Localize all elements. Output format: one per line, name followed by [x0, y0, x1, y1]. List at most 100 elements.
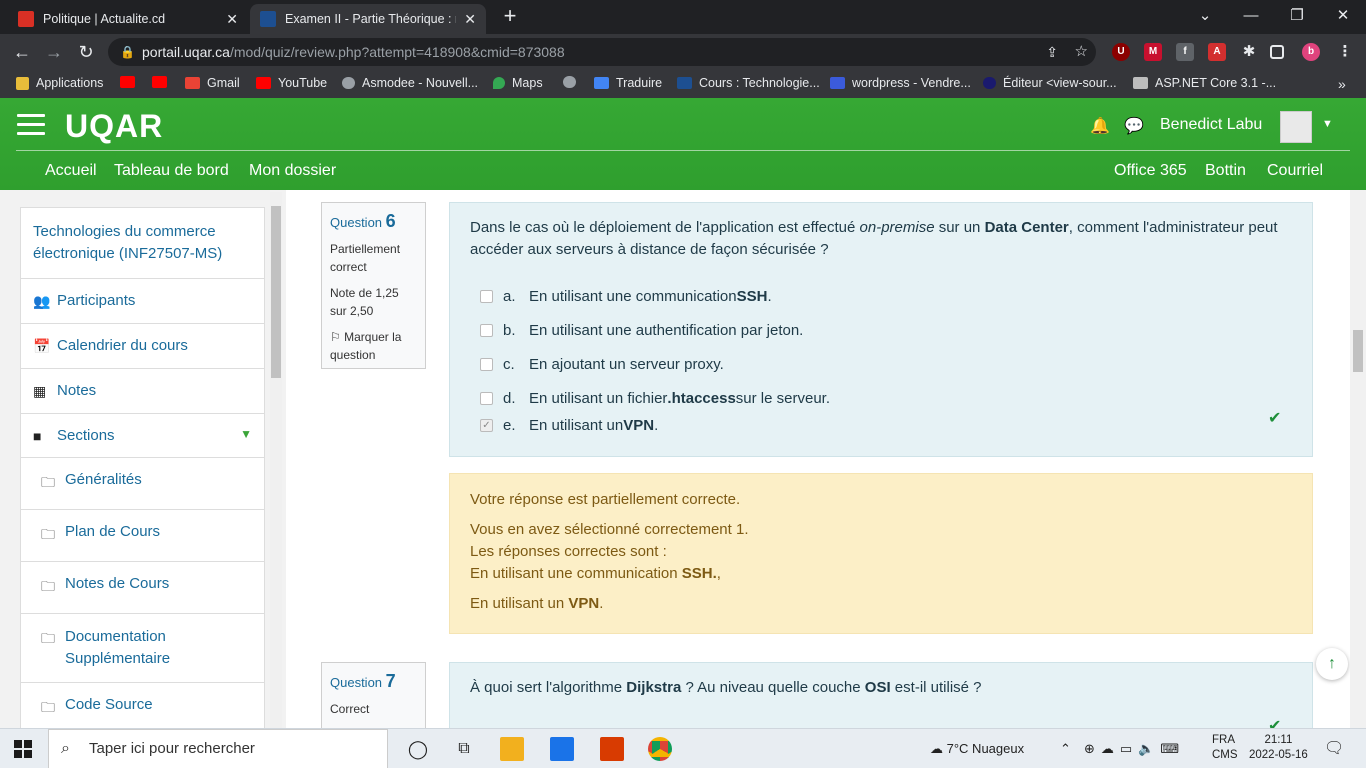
bookmark-wordpress[interactable]: wordpress - Vendre...: [830, 76, 971, 90]
folder-icon: 🗀: [41, 699, 55, 715]
bookmark-cours[interactable]: Cours : Technologie...: [677, 76, 820, 90]
mcafee-icon[interactable]: M: [1144, 43, 1162, 61]
drawer-item-calendrier[interactable]: 📅 Calendrier du cours: [20, 324, 265, 369]
more-bookmarks-icon[interactable]: »: [1338, 76, 1346, 92]
chrome-icon[interactable]: [648, 737, 672, 761]
bookmark-star-icon[interactable]: ☆: [1075, 38, 1088, 66]
drawer-item-label: Notes de Cours: [65, 575, 170, 592]
drawer-item-participants[interactable]: 👥 Participants: [20, 279, 265, 324]
bookmark-apps[interactable]: Applications: [16, 76, 103, 90]
user-avatar[interactable]: [1280, 111, 1312, 143]
menu-kebab-icon[interactable]: ⋮: [1336, 43, 1354, 61]
close-window-icon[interactable]: ✕: [1320, 0, 1366, 32]
back-to-top-button[interactable]: ↑: [1316, 648, 1348, 680]
tab-title: Examen II - Partie Théorique : relecture: [285, 12, 456, 26]
language-indicator[interactable]: FRA CMS: [1212, 733, 1238, 763]
drawer-course-link[interactable]: Technologies du commerce électronique (I…: [20, 207, 265, 279]
answer-checkbox[interactable]: [480, 323, 493, 337]
back-icon[interactable]: ←: [10, 40, 34, 64]
bookmark-traduire[interactable]: Traduire: [594, 76, 662, 90]
file-explorer-icon[interactable]: [500, 737, 524, 761]
new-tab-icon[interactable]: +: [498, 4, 522, 28]
bookmark-maps[interactable]: Maps: [493, 76, 543, 90]
drawer-section-notes-cours[interactable]: 🗀 Notes de Cours: [20, 562, 265, 614]
drawer-scrollbar[interactable]: [270, 192, 282, 728]
hamburger-menu-icon[interactable]: [17, 114, 45, 136]
tray-icons[interactable]: ⊕☁▭🔈⌨: [1084, 729, 1185, 768]
scrollbar-thumb[interactable]: [271, 206, 281, 378]
close-tab-icon[interactable]: ✕: [464, 11, 476, 28]
tab-search-icon[interactable]: ⌄: [1182, 0, 1228, 32]
bookmark-asmodee[interactable]: Asmodee - Nouvell...: [342, 76, 478, 90]
ublock-icon[interactable]: U: [1112, 43, 1130, 61]
windows-start-icon[interactable]: [14, 740, 32, 758]
drawer-list: Technologies du commerce électronique (I…: [20, 207, 265, 728]
answer-checkbox-checked[interactable]: ✓: [480, 418, 493, 432]
header-divider: [16, 150, 1350, 151]
drawer-item-notes[interactable]: ▦ Notes: [20, 369, 265, 414]
office-icon[interactable]: [600, 737, 624, 761]
uqar-logo[interactable]: UQAR: [65, 108, 163, 145]
bookmark-youtube-2[interactable]: [152, 76, 174, 88]
drawer-section-code-source[interactable]: 🗀 Code Source: [20, 683, 265, 728]
mail-icon[interactable]: [550, 737, 574, 761]
drawer-section-documentation[interactable]: 🗀 Documentation Supplémentaire: [20, 614, 265, 683]
page-scrollbar[interactable]: [1350, 190, 1366, 728]
address-bar[interactable]: 🔒 portail.uqar.ca/mod/quiz/review.php?at…: [108, 38, 1096, 66]
profile-avatar-icon[interactable]: b: [1302, 43, 1320, 61]
tray-chevron-icon[interactable]: ⌃: [1060, 729, 1071, 768]
answer-checkbox[interactable]: [480, 289, 493, 303]
flag-question[interactable]: ⚐ Marquer la question: [330, 328, 417, 364]
share-icon[interactable]: ⇪: [1046, 38, 1058, 66]
answer-option-a[interactable]: a. En utilisant une communication SSH.: [480, 279, 1292, 313]
nav-accueil[interactable]: Accueil: [45, 162, 97, 180]
bookmark-editeur[interactable]: Éditeur <view-sour...: [983, 76, 1117, 90]
task-view-icon[interactable]: ⧉: [452, 737, 476, 761]
nav-mon-dossier[interactable]: Mon dossier: [249, 162, 336, 180]
correct-check-icon: ✔: [1268, 410, 1282, 427]
answer-option-e[interactable]: ✓ e. En utilisant un VPN.: [480, 415, 1292, 435]
feedback-bold: VPN: [568, 595, 600, 612]
scrollbar-thumb[interactable]: [1353, 330, 1363, 372]
nav-bottin[interactable]: Bottin: [1205, 162, 1246, 180]
nav-office-365[interactable]: Office 365: [1114, 162, 1187, 180]
drawer-section-plan[interactable]: 🗀 Plan de Cours: [20, 510, 265, 562]
answer-checkbox[interactable]: [480, 391, 493, 405]
extensions-icon[interactable]: ✱: [1240, 43, 1258, 61]
answer-option-d[interactable]: d. En utilisant un fichier .htaccess sur …: [480, 381, 1292, 415]
answer-option-b[interactable]: b. En utilisant une authentification par …: [480, 313, 1292, 347]
messages-icon[interactable]: 💬: [1124, 116, 1144, 136]
close-tab-icon[interactable]: ✕: [226, 11, 238, 28]
bookmark-youtube-1[interactable]: [120, 76, 142, 88]
quiz-review-content: Question 6 Partiellement correct Note de…: [286, 190, 1350, 728]
bookmark-youtube[interactable]: YouTube: [256, 76, 327, 90]
facebook-ext-icon[interactable]: f: [1176, 43, 1194, 61]
notification-center-icon[interactable]: 🗨: [1324, 729, 1344, 768]
drawer-item-sections[interactable]: ■ Sections ▼: [20, 414, 265, 458]
user-name[interactable]: Benedict Labu: [1160, 116, 1262, 134]
notifications-bell-icon[interactable]: 🔔: [1090, 116, 1110, 136]
nav-courriel[interactable]: Courriel: [1267, 162, 1323, 180]
browser-tab-active[interactable]: Examen II - Partie Théorique : relecture…: [250, 4, 486, 34]
caret-down-icon[interactable]: ▼: [240, 427, 252, 441]
nav-tableau-de-bord[interactable]: Tableau de bord: [114, 162, 229, 180]
weather-widget[interactable]: ☁ 7°C Nuageux: [930, 729, 1024, 768]
browser-tab[interactable]: Politique | Actualite.cd ✕: [8, 4, 248, 34]
person-photo-icon: [1133, 77, 1148, 89]
taskbar-search-input[interactable]: ⌕ Taper ici pour rechercher: [48, 729, 388, 768]
bookmark-globe[interactable]: [563, 76, 583, 88]
pdf-ext-icon[interactable]: A: [1208, 43, 1226, 61]
clock[interactable]: 21:11 2022-05-16: [1249, 733, 1308, 763]
user-menu-caret-icon[interactable]: ▼: [1322, 118, 1333, 130]
drawer-section-generalites[interactable]: 🗀 Généralités: [20, 458, 265, 510]
reload-icon[interactable]: ↻: [74, 40, 98, 64]
answer-checkbox[interactable]: [480, 357, 493, 371]
forward-icon[interactable]: →: [42, 40, 66, 64]
minimize-icon[interactable]: —: [1228, 0, 1274, 32]
bookmark-aspnet[interactable]: ASP.NET Core 3.1 -...: [1133, 76, 1276, 90]
side-panel-icon[interactable]: [1270, 45, 1284, 59]
answer-option-c[interactable]: c. En ajoutant un serveur proxy.: [480, 347, 1292, 381]
cortana-icon[interactable]: ◯: [406, 737, 430, 761]
restore-icon[interactable]: ❐: [1274, 0, 1320, 32]
bookmark-gmail[interactable]: Gmail: [185, 76, 240, 90]
